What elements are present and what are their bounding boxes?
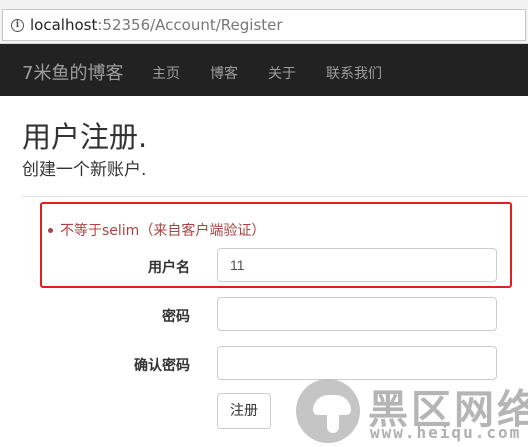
browser-address-bar: i localhost:52356/Account/Register (0, 0, 528, 44)
watermark-logo-icon (296, 379, 360, 443)
validation-error-text: 不等于selim（来自客户端验证） (60, 223, 266, 239)
confirm-password-label: 确认密码 (134, 358, 190, 374)
url-path: :52356/Account/Register (97, 16, 283, 34)
nav-item-blog[interactable]: 博客 (210, 63, 238, 83)
register-button[interactable]: 注册 (217, 393, 271, 429)
nav-item-home[interactable]: 主页 (152, 63, 180, 83)
password-label: 密码 (162, 309, 190, 325)
url-field[interactable]: i localhost:52356/Account/Register (2, 9, 526, 41)
validation-summary: 不等于selim（来自客户端验证） (48, 220, 265, 240)
watermark: 黑区网络 www.heiqu.com (292, 377, 528, 447)
username-input[interactable]: 11 (217, 248, 497, 282)
url-text[interactable]: localhost:52356/Account/Register (30, 16, 283, 34)
divider (22, 196, 528, 197)
confirm-password-input[interactable] (217, 346, 497, 380)
nav-item-contact[interactable]: 联系我们 (326, 63, 382, 83)
url-host: localhost (30, 16, 98, 34)
page-subtitle: 创建一个新账户. (22, 160, 147, 180)
mushroom-cap-shape (313, 395, 351, 415)
info-icon[interactable]: i (11, 19, 24, 32)
mushroom-stem-shape (327, 413, 339, 433)
password-input[interactable] (217, 297, 497, 331)
watermark-url: www.heiqu.com (370, 423, 522, 442)
navbar: 7米鱼的博客 主页 博客 关于 联系我们 (0, 44, 528, 96)
bullet-icon (48, 227, 53, 233)
page-title: 用户注册. (22, 120, 148, 154)
nav-item-about[interactable]: 关于 (268, 63, 296, 83)
username-label: 用户名 (148, 260, 190, 276)
brand-link[interactable]: 7米鱼的博客 (22, 59, 123, 85)
